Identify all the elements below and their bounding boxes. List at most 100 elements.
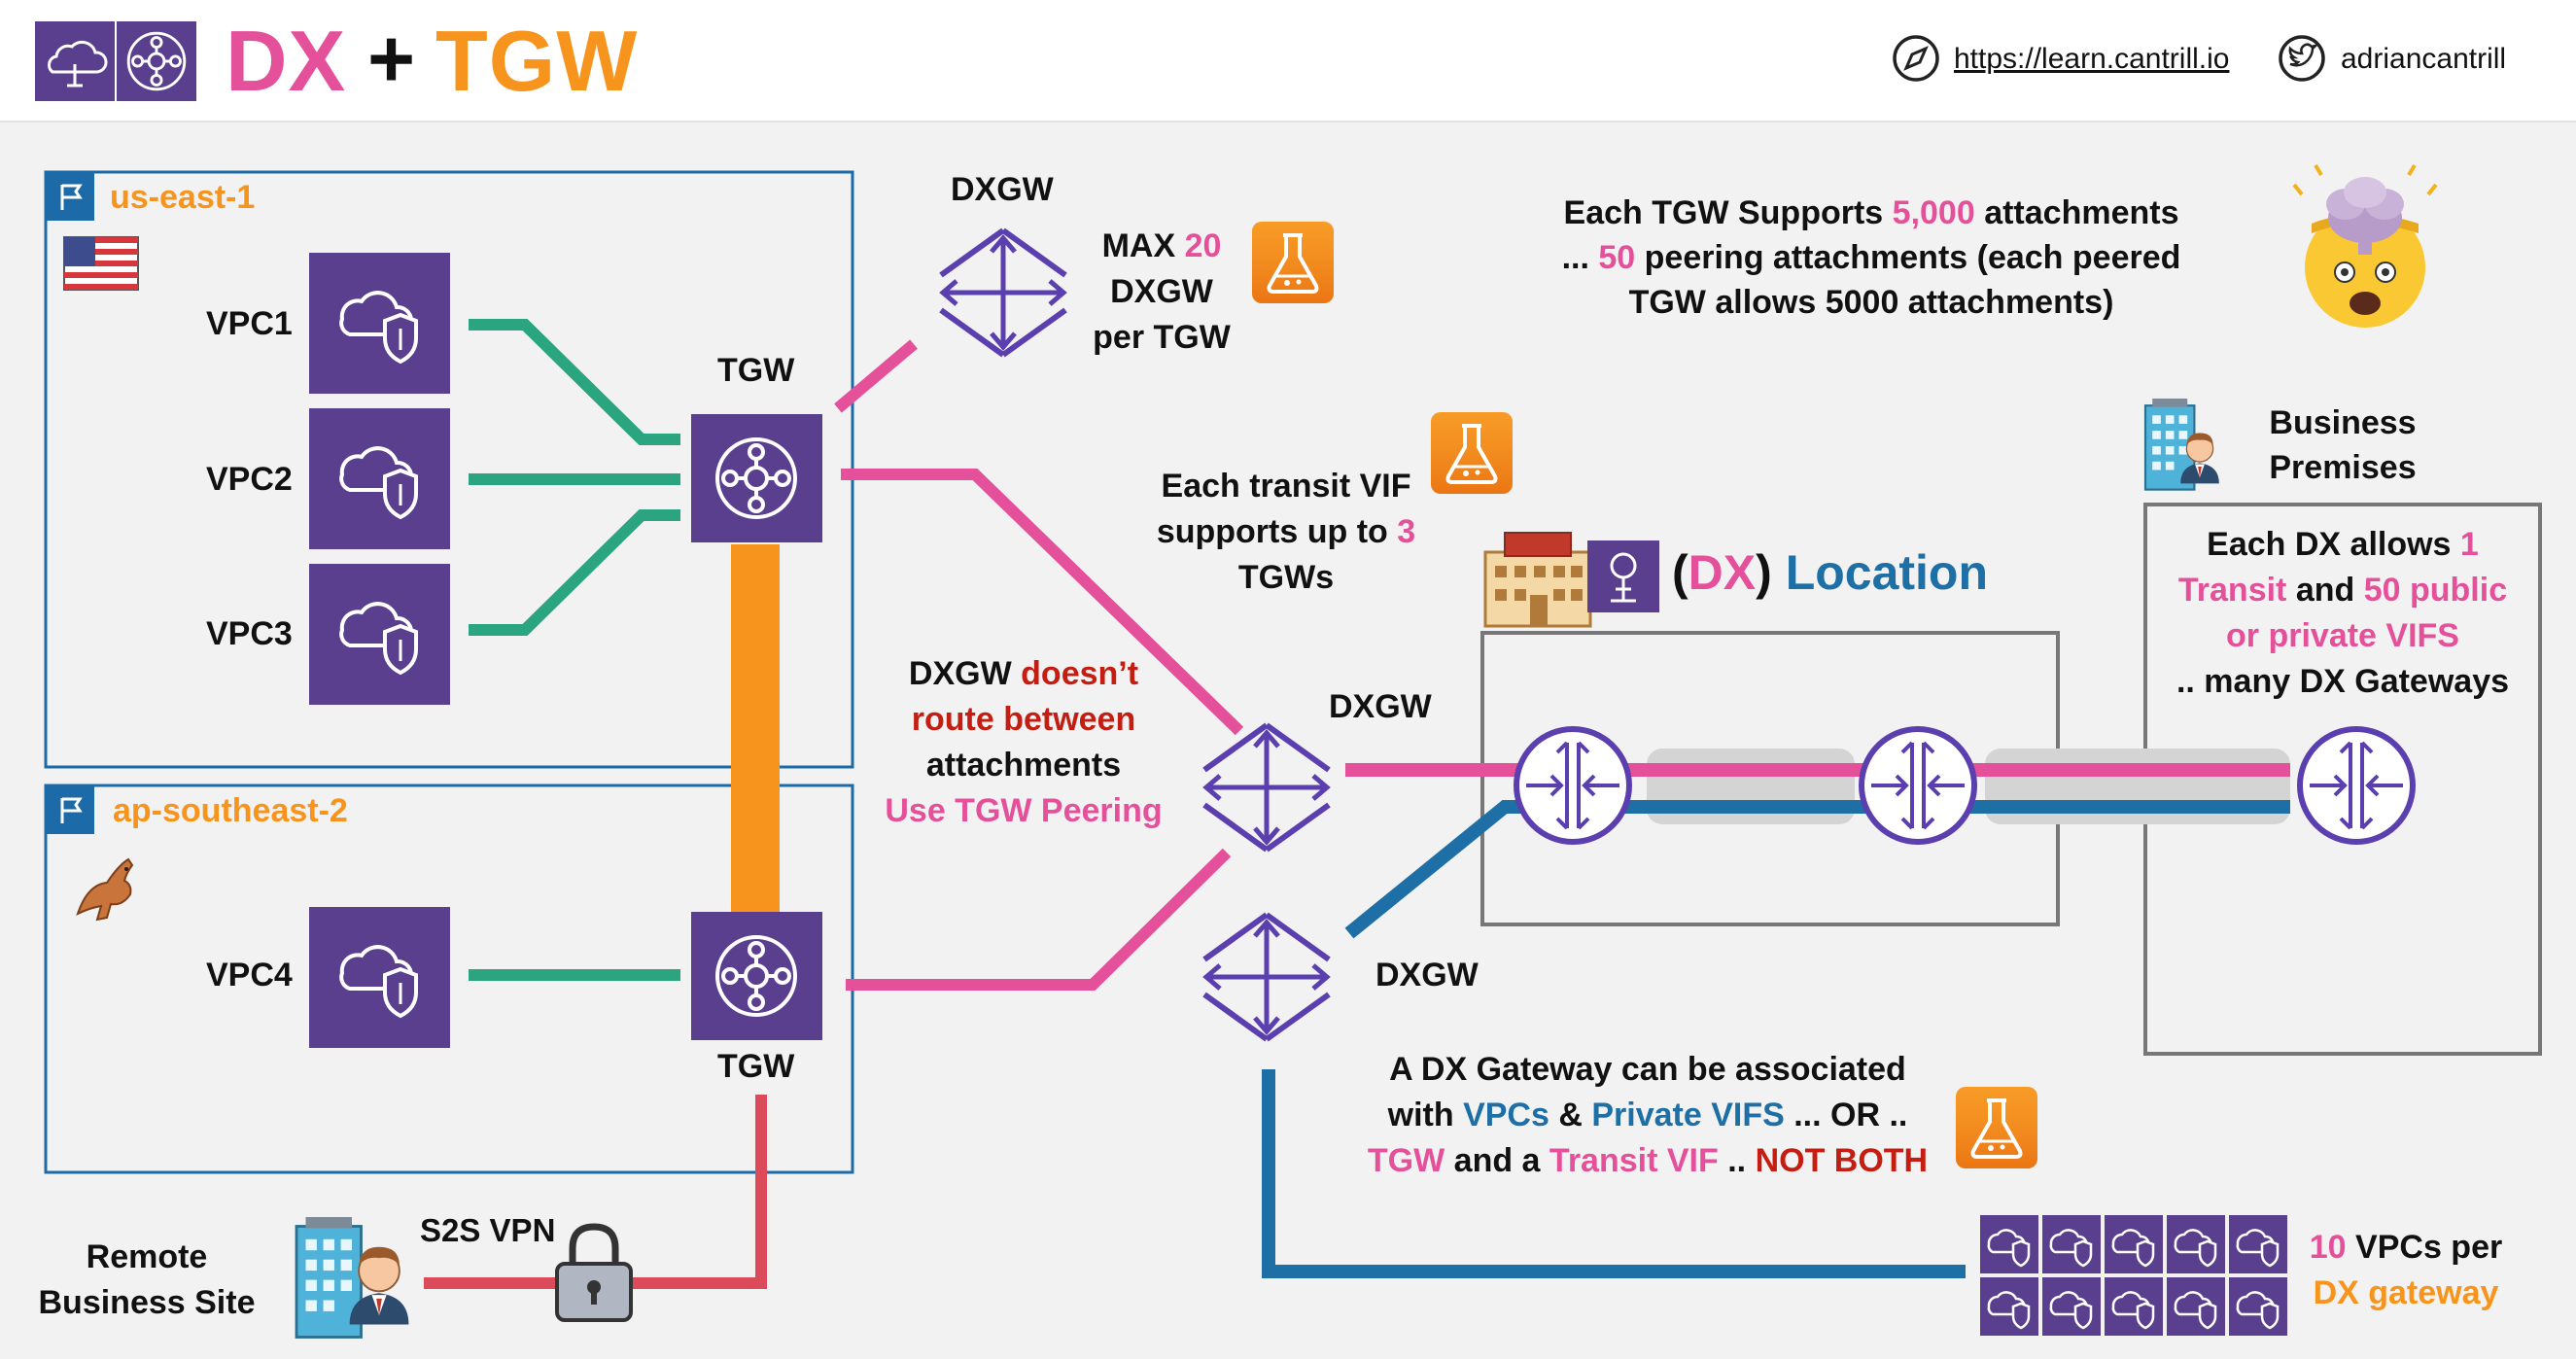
vpc-grid	[1978, 1213, 2289, 1338]
transit-gateway-icon[interactable]	[691, 414, 822, 542]
vpc3-tgw-link	[469, 509, 680, 636]
aws-region-icon	[35, 21, 115, 101]
note-highlight: Transit	[2177, 572, 2287, 609]
note-text: attachments	[1984, 194, 2179, 231]
vpc-label: VPC1	[206, 305, 293, 342]
vpc-icon[interactable]	[309, 564, 450, 705]
vpc-icon[interactable]	[309, 907, 450, 1048]
note-text: DXGW	[1110, 273, 1213, 310]
dx-router-icon[interactable]	[1516, 729, 1629, 842]
dx-gateway-icon[interactable]	[1204, 725, 1329, 850]
dx-gateway-icon[interactable]	[1204, 915, 1329, 1039]
s2s-vpn-link	[424, 1095, 767, 1289]
transit-gateway-icon[interactable]	[691, 912, 822, 1040]
us-flag-icon	[63, 236, 139, 291]
note-highlight: Private VIFS	[1591, 1097, 1785, 1133]
tgw-attachments-note: Each TGW Supports 5,000 attachments ... …	[1512, 191, 2231, 325]
padlock-icon	[555, 1223, 633, 1322]
note-text: TGW allows 5000 attachments)	[1628, 284, 2114, 321]
website-link[interactable]: https://learn.cantrill.io	[1954, 43, 2229, 76]
note-highlight: 10	[2309, 1229, 2347, 1266]
s2s-vpn-label: S2S VPN	[420, 1212, 556, 1248]
title-highlight: DX	[1688, 545, 1757, 600]
note-text: &	[1558, 1097, 1583, 1133]
note-text: ..	[1727, 1142, 1747, 1179]
note-text: ...	[1561, 239, 1589, 276]
note-highlight: doesn’t	[1021, 655, 1139, 692]
tgw-label: TGW	[717, 352, 795, 389]
note-highlight: 3	[1397, 513, 1416, 550]
note-text: and a	[1453, 1142, 1541, 1179]
note-text: A DX Gateway can be associated	[1389, 1051, 1906, 1088]
note-text: with	[1387, 1097, 1454, 1133]
dx-router-icon[interactable]	[1862, 729, 1974, 842]
note-highlight: Use TGW Peering	[885, 792, 1163, 829]
dxgw-label: DXGW	[951, 171, 1054, 208]
vpc-icon[interactable]	[309, 253, 450, 394]
note-highlight: Transit VIF	[1549, 1142, 1719, 1179]
dxgw-label: DXGW	[1329, 688, 1432, 725]
note-highlight: route between	[911, 701, 1136, 738]
vpc-label: VPC2	[206, 461, 293, 498]
lab-flask-icon[interactable]	[1954, 1085, 2039, 1170]
note-highlight: VPCs	[1463, 1097, 1549, 1133]
direct-connect-icon	[1587, 540, 1659, 612]
note-text: peering attachments (each peered	[1644, 239, 2181, 276]
label-text: Business Site	[38, 1284, 256, 1321]
dx-allows-note: Each DX allows 1 Transit and 50 public o…	[2152, 522, 2533, 705]
note-text: attachments	[925, 747, 1122, 784]
diagram-canvas: DX + TGW https://learn.cantrill.io adria…	[0, 0, 2576, 1359]
twitter-icon[interactable]	[2279, 35, 2325, 82]
title-text: )	[1756, 545, 1772, 600]
dx-router-icon[interactable]	[2300, 729, 2413, 842]
note-text: ... OR ..	[1793, 1097, 1908, 1133]
business-premises-label: Business Premises	[2245, 401, 2440, 490]
note-text: MAX	[1101, 227, 1176, 264]
title-text: (	[1672, 545, 1688, 600]
transit-vif-note: Each transit VIF supports up to 3 TGWs	[1128, 464, 1445, 601]
note-text: DXGW	[908, 655, 1012, 692]
region-label: us-east-1	[110, 179, 256, 216]
vpc-icon[interactable]	[309, 408, 450, 549]
note-highlight: 20	[1184, 227, 1222, 264]
dxgw-routing-note: DXGW doesn’t route between attachments U…	[855, 651, 1192, 834]
exploding-head-icon	[2292, 163, 2438, 328]
max-dxgw-note: MAX 20 DXGW per TGW	[1079, 224, 1244, 361]
vpc-label: VPC3	[206, 615, 293, 652]
tgw-peering-link	[731, 544, 780, 914]
region-flag-icon	[46, 172, 94, 221]
vpc1-tgw-link	[469, 319, 680, 445]
note-text: and	[2295, 572, 2355, 609]
note-text: Each transit VIF	[1161, 468, 1411, 505]
vpcs-per-dxgw-note: 10 VPCs per DX gateway	[2294, 1225, 2518, 1316]
twitter-handle[interactable]: adriancantrill	[2341, 43, 2506, 76]
title-plus: +	[367, 13, 416, 104]
title-highlight: Location	[1785, 545, 1989, 600]
note-highlight: NOT BOTH	[1755, 1142, 1929, 1179]
note-highlight: TGW	[1367, 1142, 1445, 1179]
tgw2-dxgw-mid-link	[846, 848, 1232, 991]
note-text: supports up to	[1156, 513, 1388, 550]
note-text: Each TGW Supports	[1563, 194, 1884, 231]
note-highlight: 5,000	[1892, 194, 1975, 231]
tgw-label: TGW	[717, 1048, 795, 1085]
note-highlight: 1	[2459, 526, 2479, 563]
private-vif-line	[1344, 800, 2290, 939]
vpc-label: VPC4	[206, 957, 293, 993]
region-flag-icon	[46, 785, 94, 834]
note-highlight: 50 public	[2363, 572, 2508, 609]
building-icon	[1483, 532, 1592, 628]
label-text: Premises	[2269, 449, 2417, 486]
title-dx: DX	[226, 13, 347, 109]
kangaroo-icon	[76, 857, 134, 922]
direct-connect-icon	[117, 21, 196, 101]
note-text: TGWs	[1237, 559, 1335, 596]
lab-flask-icon[interactable]	[1250, 220, 1336, 305]
compass-icon[interactable]	[1893, 35, 1939, 82]
note-highlight: DX gateway	[2313, 1274, 2499, 1311]
note-text: VPCs per	[2355, 1229, 2503, 1266]
label-text: Business	[2269, 404, 2417, 441]
dx-location-title: (DX) Location	[1672, 544, 1988, 601]
dx-gateway-icon[interactable]	[941, 230, 1065, 355]
dxgw-label: DXGW	[1375, 957, 1479, 993]
